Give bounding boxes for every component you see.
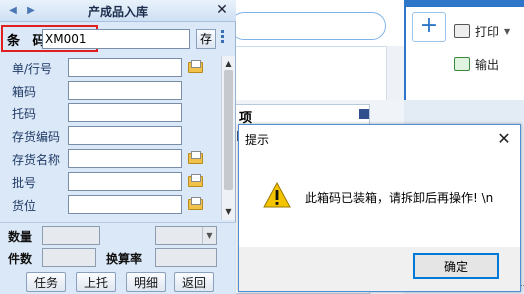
warning-icon <box>263 182 291 208</box>
item-name-label: 存货名称 <box>12 153 61 167</box>
pallet-button[interactable]: 上托 <box>76 272 116 292</box>
pallet-code-input[interactable] <box>68 103 182 122</box>
folder-icon[interactable] <box>188 197 204 211</box>
form-scrollbar[interactable]: ▲ ▼ <box>221 56 235 220</box>
title-bar: ◀ ▶ 产成品入库 ✕ <box>0 0 236 22</box>
printer-icon <box>454 24 470 38</box>
location-label: 货位 <box>12 199 37 213</box>
task-button[interactable]: 任务 <box>26 272 66 292</box>
detail-button[interactable]: 明细 <box>126 272 166 292</box>
barcode-input[interactable] <box>42 29 190 49</box>
batch-label: 批号 <box>12 176 37 190</box>
stock-button[interactable]: 存 <box>196 29 216 49</box>
unit-select[interactable]: ▼ <box>155 226 217 245</box>
message-dialog: 提示 ✕ 此箱码已装箱，请拆卸后再操作! \n 确定 <box>238 124 521 292</box>
background-search-field[interactable] <box>230 12 386 40</box>
item-name-input[interactable] <box>68 149 182 168</box>
chevron-down-icon[interactable]: ▼ <box>202 227 216 244</box>
export-icon <box>454 57 470 71</box>
folder-icon[interactable] <box>188 174 204 188</box>
ok-button[interactable]: 确定 <box>413 253 499 279</box>
pallet-code-label: 托码 <box>12 107 37 121</box>
close-icon[interactable]: ✕ <box>214 2 230 18</box>
panel-close-icon[interactable] <box>359 109 369 119</box>
batch-input[interactable] <box>68 172 182 191</box>
ribbon-accent-strip <box>404 0 524 7</box>
item-code-label: 存货编码 <box>12 130 61 144</box>
close-icon[interactable]: ✕ <box>493 128 515 150</box>
print-button[interactable]: 打印 ▼ <box>454 20 510 42</box>
pieces-label: 件数 <box>8 252 33 266</box>
background-divider <box>236 46 404 47</box>
location-input[interactable] <box>68 195 182 214</box>
export-button[interactable]: 输出 <box>454 53 499 75</box>
dialog-title-bar: 提示 ✕ <box>239 125 520 153</box>
add-button[interactable]: + <box>412 12 446 42</box>
quantity-label: 数量 <box>8 230 33 244</box>
scroll-down-icon[interactable]: ▼ <box>222 206 235 218</box>
pieces-input[interactable] <box>42 248 96 267</box>
dialog-message: 此箱码已装箱，请拆卸后再操作! \n <box>305 191 494 205</box>
folder-icon[interactable] <box>188 60 204 74</box>
stock-in-window: ◀ ▶ 产成品入库 ✕ 条 码 存 单/行号 箱码 托码 存货编码 存货名称 批… <box>0 0 236 294</box>
scroll-up-icon[interactable]: ▲ <box>222 58 235 70</box>
window-title: 产成品入库 <box>87 5 148 19</box>
print-label: 打印 <box>475 24 500 39</box>
chevron-down-icon[interactable]: ▼ <box>504 27 510 36</box>
quantity-input[interactable] <box>42 226 100 245</box>
conversion-rate-input[interactable] <box>155 248 217 267</box>
order-line-input[interactable] <box>68 58 182 77</box>
box-code-input[interactable] <box>68 81 182 100</box>
back-button[interactable]: 返回 <box>174 272 214 292</box>
folder-icon[interactable] <box>188 151 204 165</box>
export-label: 输出 <box>475 57 500 72</box>
scroll-thumb[interactable] <box>224 70 233 190</box>
conversion-rate-label: 换算率 <box>106 252 143 266</box>
order-line-label: 单/行号 <box>12 62 53 76</box>
item-code-input[interactable] <box>68 126 182 145</box>
box-code-label: 箱码 <box>12 85 37 99</box>
dialog-title: 提示 <box>245 133 270 147</box>
background-scrollbar[interactable] <box>386 46 404 106</box>
more-options-icon[interactable] <box>221 30 225 46</box>
